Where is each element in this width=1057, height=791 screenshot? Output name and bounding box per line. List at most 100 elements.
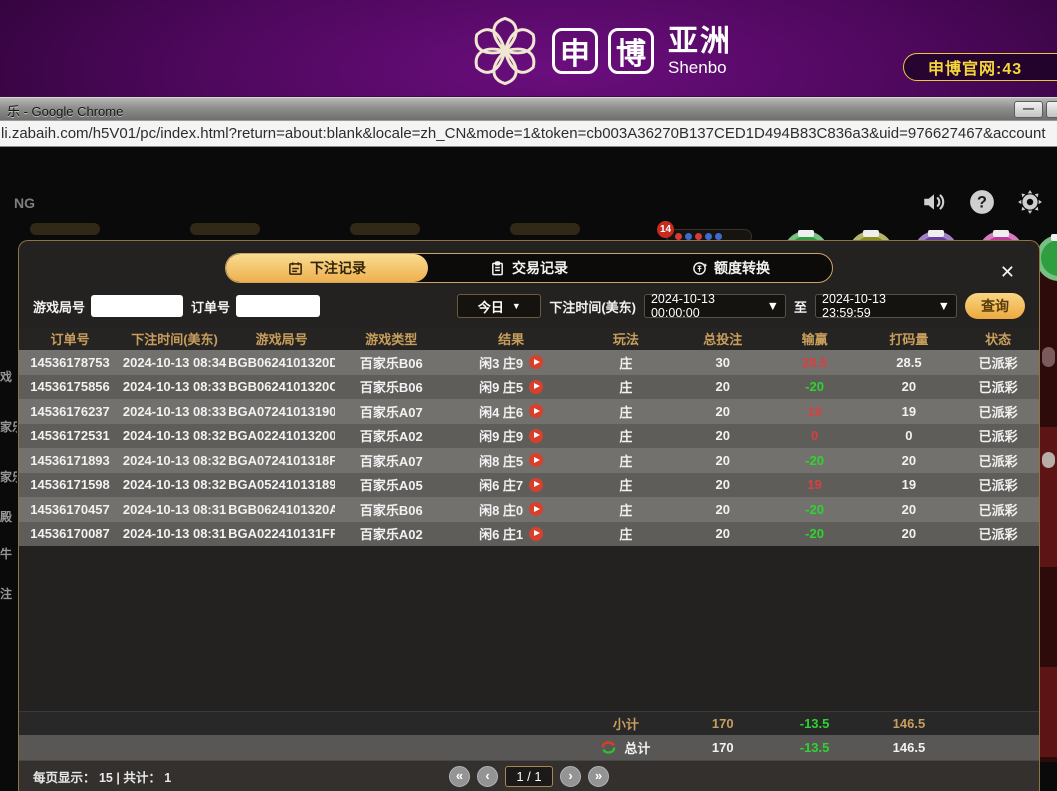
cell-total-bet: 20	[677, 526, 769, 541]
cell-win-loss: -20	[769, 502, 861, 517]
cell-result: 闲8 庄0	[447, 500, 575, 519]
replay-icon[interactable]	[529, 380, 543, 394]
minimize-button[interactable]: —	[1014, 101, 1043, 118]
table-row: 145361725312024-10-13 08:32BGA0224101320…	[19, 424, 1039, 449]
cell-order-id: 14536175856	[19, 379, 121, 394]
replay-icon[interactable]	[529, 429, 543, 443]
last-page-button[interactable]: »	[588, 766, 609, 787]
round-filter-label: 游戏局号	[33, 297, 85, 316]
bg-menu-fragment: 戏	[0, 368, 17, 385]
tab-transaction-records[interactable]: 交易记录	[428, 254, 630, 282]
cell-order-id: 14536172531	[19, 428, 121, 443]
cell-play-type: 庄	[575, 402, 677, 421]
tab-bet-records[interactable]: 下注记录	[226, 254, 428, 282]
cell-game-type: 百家乐A05	[335, 475, 447, 494]
cell-turnover: 20	[860, 526, 957, 541]
cell-play-type: 庄	[575, 524, 677, 543]
cell-game-round: BGA022410131FF	[228, 526, 335, 541]
col-header: 结果	[447, 329, 575, 348]
chevron-down-icon: ▼	[938, 299, 950, 313]
first-page-button[interactable]: «	[449, 766, 470, 787]
logo-char-box: 申	[552, 28, 598, 74]
date-to-select[interactable]: 2024-10-13 23:59:59 ▼	[815, 294, 957, 318]
help-icon[interactable]: ?	[969, 189, 995, 215]
date-from-select[interactable]: 2024-10-13 00:00:00 ▼	[644, 294, 786, 318]
cell-game-round: BGA0724101318F	[228, 453, 335, 468]
replay-icon[interactable]	[529, 527, 543, 541]
tab-label: 下注记录	[310, 258, 366, 278]
cell-turnover: 20	[860, 379, 957, 394]
round-filter-input[interactable]	[91, 295, 183, 317]
page-size-info: 每页显示： 15 | 共计： 1	[33, 767, 171, 786]
browser-address-bar[interactable]: li.zabaih.com/h5V01/pc/index.html?return…	[0, 120, 1057, 147]
table-row: 145361704572024-10-13 08:31BGB0624101320…	[19, 497, 1039, 522]
cell-status: 已派彩	[957, 524, 1039, 543]
col-header: 总投注	[677, 329, 769, 348]
cell-result: 闲9 庄5	[447, 377, 575, 396]
cell-bet-time: 2024-10-13 08:32	[121, 477, 228, 492]
table-row: 145361715982024-10-13 08:32BGA0524101318…	[19, 473, 1039, 498]
refresh-swap-icon[interactable]	[601, 740, 616, 755]
table-row: 145361762372024-10-13 08:33BGA0724101319…	[19, 399, 1039, 424]
gear-icon[interactable]	[1017, 189, 1043, 215]
window-title: 乐 - Google Chrome	[7, 101, 123, 120]
col-header: 下注时间(美东)	[121, 329, 228, 348]
cell-game-round: BGA05241013189	[228, 477, 335, 492]
replay-icon[interactable]	[529, 478, 543, 492]
result-text: 闲6 庄1	[479, 524, 523, 543]
order-filter-input[interactable]	[236, 295, 320, 317]
bg-menu-fragment: 注	[0, 585, 17, 602]
cell-play-type: 庄	[575, 426, 677, 445]
result-text: 闲8 庄0	[479, 500, 523, 519]
total-turnover: 146.5	[860, 740, 957, 755]
chevron-down-icon: ▼	[512, 301, 521, 311]
cell-win-loss: 28.5	[769, 355, 861, 370]
col-header: 输赢	[769, 329, 861, 348]
replay-icon[interactable]	[529, 453, 543, 467]
next-page-button[interactable]: ›	[560, 766, 581, 787]
bg-menu-fragment: 家乐	[0, 468, 17, 485]
logo-region-text: 亚洲	[668, 27, 732, 57]
cell-turnover: 20	[860, 502, 957, 517]
col-header: 游戏类型	[335, 329, 447, 348]
modal-tabbar: 下注记录 交易记录 额度转换	[225, 253, 833, 283]
result-text: 闲9 庄9	[479, 426, 523, 445]
volume-icon[interactable]	[921, 189, 947, 215]
total-label: 总计	[624, 738, 650, 757]
cell-game-type: 百家乐A02	[335, 524, 447, 543]
subtotal-bet: 170	[677, 716, 769, 731]
cell-bet-time: 2024-10-13 08:32	[121, 428, 228, 443]
cell-win-loss: -20	[769, 453, 861, 468]
cell-game-round: BGA02241013200	[228, 428, 335, 443]
col-header: 玩法	[575, 329, 677, 348]
cell-result: 闲6 庄1	[447, 524, 575, 543]
cell-result: 闲4 庄6	[447, 402, 575, 421]
cell-order-id: 14536178753	[19, 355, 121, 370]
cell-play-type: 庄	[575, 451, 677, 470]
transaction-records-icon	[490, 261, 505, 276]
cell-total-bet: 20	[677, 404, 769, 419]
prev-page-button[interactable]: ‹	[477, 766, 498, 787]
cell-status: 已派彩	[957, 475, 1039, 494]
cell-bet-time: 2024-10-13 08:32	[121, 453, 228, 468]
total-row: 总计 170 -13.5 146.5	[19, 735, 1039, 760]
replay-icon[interactable]	[529, 404, 543, 418]
replay-icon[interactable]	[529, 502, 543, 516]
cell-order-id: 14536171893	[19, 453, 121, 468]
cell-order-id: 14536176237	[19, 404, 121, 419]
cell-game-round: BGB0624101320D	[228, 355, 335, 370]
cell-win-loss: 19	[769, 404, 861, 419]
official-site-badge: 申博官网:43	[903, 53, 1057, 81]
cell-bet-time: 2024-10-13 08:31	[121, 526, 228, 541]
close-icon[interactable]: ✕	[1000, 263, 1015, 281]
cell-game-type: 百家乐B06	[335, 377, 447, 396]
result-text: 闲8 庄5	[479, 451, 523, 470]
cell-order-id: 14536170457	[19, 502, 121, 517]
maximize-button[interactable]	[1046, 101, 1057, 118]
query-button[interactable]: 查询	[965, 293, 1025, 319]
col-header: 打码量	[860, 329, 957, 348]
replay-icon[interactable]	[529, 355, 543, 369]
tab-credit-transfer[interactable]: 额度转换	[630, 254, 832, 282]
table-row: 145361787532024-10-13 08:34BGB0624101320…	[19, 350, 1039, 375]
date-range-select[interactable]: 今日 ▼	[457, 294, 541, 318]
